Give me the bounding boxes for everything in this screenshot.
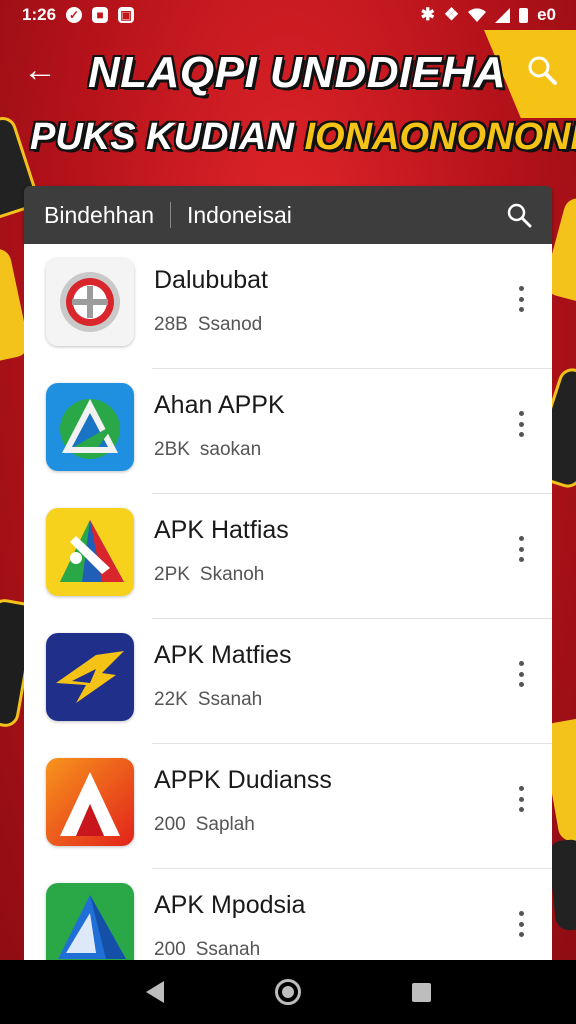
app-size: 2BK bbox=[154, 439, 190, 460]
winged-emblem-icon[interactable] bbox=[46, 633, 134, 721]
list-item[interactable]: APK Hatfias 2PK Skanoh bbox=[46, 494, 552, 619]
battery-level: e0 bbox=[537, 5, 556, 24]
nav-back-icon[interactable] bbox=[145, 981, 164, 1003]
status-time: 1:26 bbox=[22, 5, 57, 24]
system-nav-bar bbox=[0, 960, 576, 1024]
app-name: Dalububat bbox=[154, 266, 268, 294]
app-meta: 2PK Skanoh bbox=[154, 564, 264, 586]
app-size: 22K bbox=[154, 689, 188, 710]
notification-icon: ✓ bbox=[66, 7, 83, 23]
list-item[interactable]: Ahan APPK 2BK saokan bbox=[46, 369, 552, 494]
search-bar[interactable]: Bindehhan Indoneisai bbox=[24, 186, 552, 244]
search-icon[interactable] bbox=[526, 54, 558, 86]
shield-emblem-icon[interactable] bbox=[46, 258, 134, 346]
app-name: APPK Dudianss bbox=[154, 766, 332, 794]
app-meta: 200 Ssanah bbox=[154, 939, 260, 960]
subtitle-white-text: PUKS KUDIAN bbox=[30, 116, 294, 158]
app-size: 200 bbox=[154, 939, 186, 960]
bluetooth-icon: ✱ bbox=[420, 5, 435, 24]
app-name: APK Hatfias bbox=[154, 516, 289, 544]
app-size: 28B bbox=[154, 314, 188, 335]
app-time: saokan bbox=[199, 439, 262, 460]
orange-a-logo-icon[interactable] bbox=[46, 758, 134, 846]
search-tab-primary[interactable]: Bindehhan bbox=[24, 202, 154, 229]
vibrate-icon: ❖ bbox=[443, 5, 460, 24]
more-vert-icon[interactable] bbox=[514, 911, 528, 937]
app-size: 200 bbox=[154, 814, 186, 835]
more-vert-icon[interactable] bbox=[514, 536, 528, 562]
app-meta: 200 Saplah bbox=[154, 814, 255, 836]
app-meta: 28B Ssanod bbox=[154, 314, 262, 336]
app-meta: 2BK saokan bbox=[154, 439, 261, 461]
more-vert-icon[interactable] bbox=[514, 286, 528, 312]
back-arrow-icon[interactable]: ← bbox=[20, 50, 60, 90]
signal-icon bbox=[495, 7, 511, 23]
app-time: Ssanah bbox=[195, 939, 261, 960]
page-title: NLAQPI UNDDIEHA bbox=[88, 48, 507, 97]
app-size: 2PK bbox=[154, 564, 190, 585]
app-meta: 22K Ssanah bbox=[154, 689, 262, 711]
divider bbox=[170, 202, 171, 228]
app-time: Saplah bbox=[195, 814, 255, 835]
app-list: Dalububat 28B Ssanod Ahan APPK 2BK saokan bbox=[24, 244, 552, 960]
subtitle-yellow-text: IONAONONONI? bbox=[304, 116, 576, 158]
app-name: APK Mpodsia bbox=[154, 891, 306, 919]
header: ← NLAQPI UNDDIEHA PUKS KUDIAN IONAONONON… bbox=[0, 30, 576, 180]
more-vert-icon[interactable] bbox=[514, 411, 528, 437]
app-time: Ssanod bbox=[197, 314, 263, 335]
notification-icon: ■ bbox=[92, 7, 109, 23]
flag-pyramid-icon[interactable] bbox=[46, 508, 134, 596]
list-item[interactable]: APPK Dudianss 200 Saplah bbox=[46, 744, 552, 869]
app-time: Ssanah bbox=[197, 689, 263, 710]
more-vert-icon[interactable] bbox=[514, 661, 528, 687]
wifi-icon bbox=[468, 8, 487, 22]
list-item[interactable]: Dalububat 28B Ssanod bbox=[46, 244, 552, 369]
nav-home-icon[interactable] bbox=[274, 979, 301, 1005]
page-subtitle: PUKS KUDIAN IONAONONONI? bbox=[30, 116, 576, 159]
status-bar: 1:26 ✓ ■ ▣ ✱ ❖ e0 bbox=[0, 0, 576, 30]
list-item[interactable]: APK Matfies 22K Ssanah bbox=[46, 619, 552, 744]
list-item[interactable]: APK Mpodsia 200 Ssanah bbox=[46, 869, 552, 960]
more-vert-icon[interactable] bbox=[514, 786, 528, 812]
battery-icon bbox=[519, 7, 529, 23]
app-time: Skanoh bbox=[199, 564, 265, 585]
gallery-icon: ▣ bbox=[118, 7, 135, 23]
search-icon[interactable] bbox=[506, 202, 532, 228]
app-name: Ahan APPK bbox=[154, 391, 285, 419]
nav-recents-icon[interactable] bbox=[411, 982, 431, 1002]
app-name: APK Matfies bbox=[154, 641, 292, 669]
blue-triangle-logo-icon[interactable] bbox=[46, 883, 134, 960]
triangle-a-logo-icon[interactable] bbox=[46, 383, 134, 471]
search-tab-secondary[interactable]: Indoneisai bbox=[187, 202, 292, 229]
